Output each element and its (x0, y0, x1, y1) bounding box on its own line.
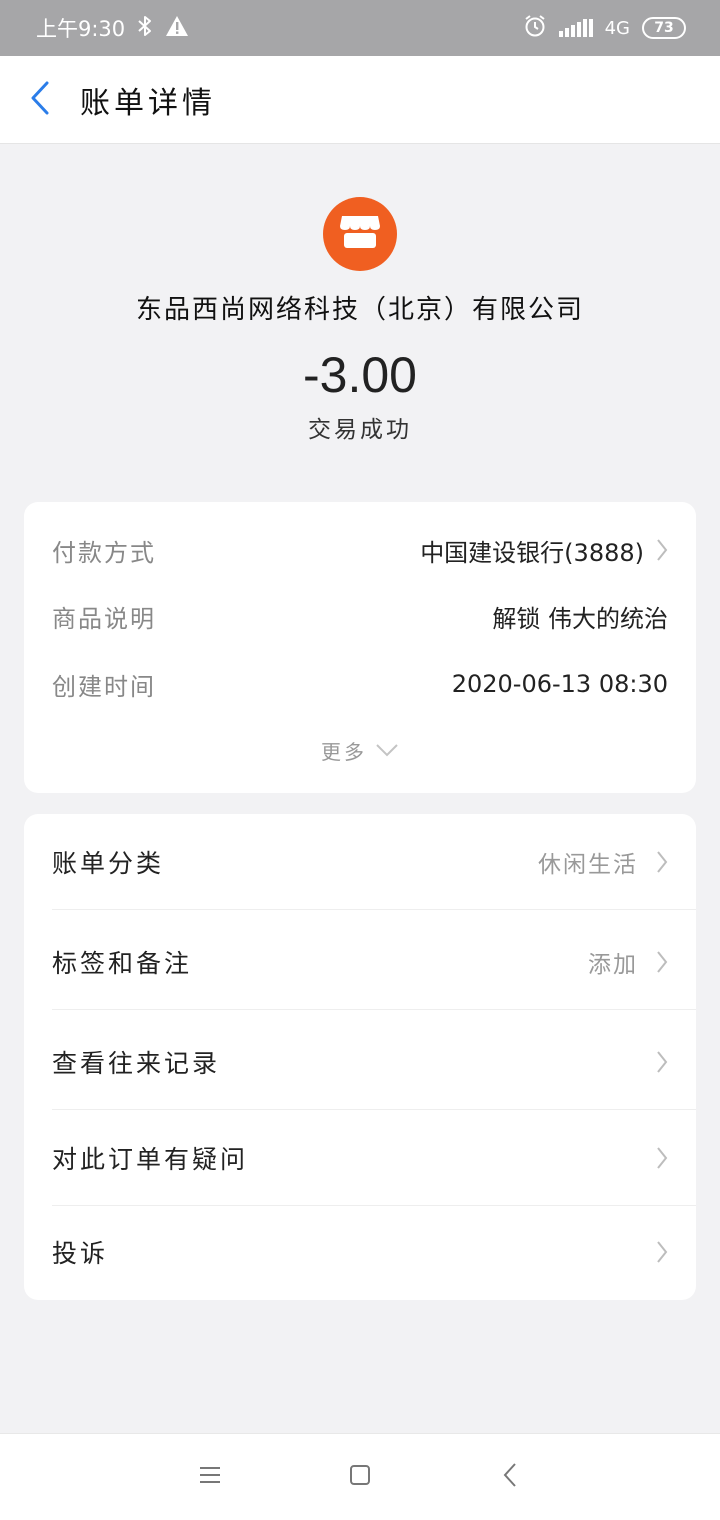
details-card: 付款方式 中国建设银行(3888) 商品说明 解锁 伟大的统治 创建时间 202… (24, 502, 696, 793)
menu-item-label: 账单分类 (52, 848, 165, 878)
menu-icon (198, 1465, 222, 1489)
chevron-right-icon (656, 850, 668, 874)
warning-icon (165, 15, 189, 42)
detail-row-product: 商品说明 解锁 伟大的统治 (52, 596, 668, 636)
nav-home-button[interactable] (340, 1457, 380, 1497)
merchant-name: 东品西尚网络科技（北京）有限公司 (135, 295, 584, 325)
chevron-right-icon (656, 1050, 668, 1074)
home-icon (348, 1463, 372, 1491)
top-app-bar: 账单详情 (0, 56, 720, 144)
detail-value: 解锁 伟大的统治 (492, 604, 668, 633)
network-type: 4G (604, 17, 630, 39)
back-icon (502, 1462, 518, 1492)
status-bar-left: 上午9:30 (36, 13, 189, 43)
menu-item-value: 添加 (588, 951, 638, 978)
menu-item-label: 查看往来记录 (52, 1048, 221, 1078)
detail-row-created-time: 创建时间 2020-06-13 08:30 (52, 664, 668, 704)
menu-item-label: 投诉 (52, 1239, 109, 1268)
menu-item-label: 对此订单有疑问 (52, 1144, 249, 1174)
actions-card: 账单分类 休闲生活 标签和备注 添加 查看往来记录 对此订单有疑问 投诉 (24, 814, 696, 1300)
merchant-logo (323, 197, 397, 271)
chevron-right-icon (656, 1240, 668, 1264)
signal-icon (558, 19, 593, 37)
menu-item-label: 标签和备注 (52, 948, 193, 978)
alarm-icon (523, 14, 547, 43)
chevron-right-icon (656, 538, 668, 562)
detail-row-payment-method[interactable]: 付款方式 中国建设银行(3888) (52, 530, 668, 570)
menu-item-tags-notes[interactable]: 标签和备注 添加 (52, 914, 696, 1010)
menu-item-order-question[interactable]: 对此订单有疑问 (52, 1110, 696, 1206)
status-bar: 上午9:30 4G 73 (0, 0, 720, 56)
detail-label: 创建时间 (52, 672, 156, 701)
detail-value: 2020-06-13 08:30 (451, 670, 668, 698)
chevron-right-icon (656, 950, 668, 974)
battery-icon: 73 (642, 17, 686, 39)
bluetooth-icon (137, 14, 153, 43)
menu-item-complaint[interactable]: 投诉 (52, 1204, 696, 1300)
menu-item-bill-category[interactable]: 账单分类 休闲生活 (52, 814, 696, 910)
detail-label: 付款方式 (52, 538, 156, 567)
nav-menu-button[interactable] (190, 1457, 230, 1497)
transaction-amount: -3.00 (303, 347, 417, 403)
menu-item-transaction-history[interactable]: 查看往来记录 (52, 1014, 696, 1110)
chevron-down-icon (375, 738, 399, 762)
system-navigation-bar (0, 1433, 720, 1520)
chevron-right-icon (656, 1146, 668, 1170)
chevron-left-icon (29, 80, 51, 120)
more-toggle-button[interactable]: 更多 (24, 734, 696, 766)
menu-item-value: 休闲生活 (538, 851, 638, 878)
detail-label: 商品说明 (52, 604, 156, 633)
back-button[interactable] (0, 56, 80, 144)
status-time: 上午9:30 (36, 17, 126, 41)
transaction-summary: 东品西尚网络科技（北京）有限公司 -3.00 交易成功 (0, 144, 720, 494)
battery-level: 73 (654, 20, 674, 36)
more-label: 更多 (321, 739, 367, 764)
detail-value: 中国建设银行(3888) (420, 538, 644, 567)
page-title: 账单详情 (80, 85, 216, 121)
shop-icon (338, 212, 382, 256)
status-bar-right: 4G 73 (523, 14, 686, 43)
transaction-status: 交易成功 (308, 417, 412, 443)
nav-back-button[interactable] (490, 1457, 530, 1497)
